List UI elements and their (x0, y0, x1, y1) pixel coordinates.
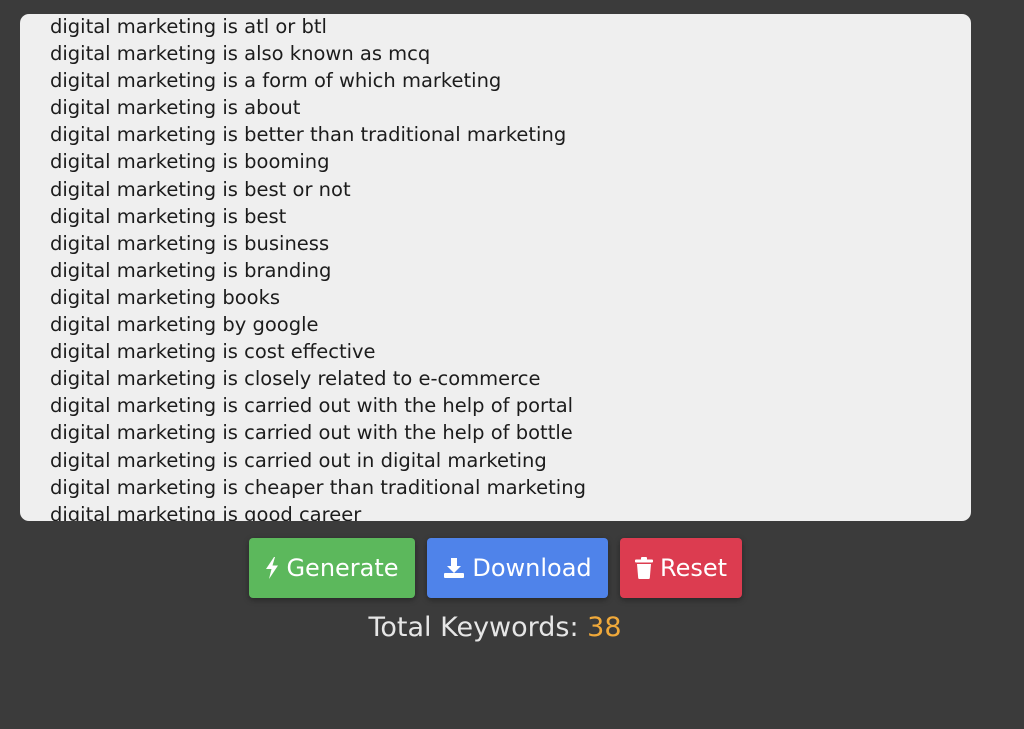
keyword-item: digital marketing is best (50, 204, 287, 228)
generate-button-label: Generate (286, 554, 399, 582)
total-keywords-count: 38 (587, 612, 622, 643)
total-keywords-label: Total Keywords: (368, 612, 579, 643)
keyword-item: digital marketing is cost effective (50, 340, 376, 364)
reset-button[interactable]: Reset (620, 538, 742, 598)
keyword-output-textarea[interactable]: digital marketing is atl or btl digital m… (20, 14, 971, 521)
keyword-item: digital marketing books (50, 285, 281, 309)
bolt-icon (265, 557, 279, 579)
keyword-item: digital marketing is atl or btl (50, 15, 327, 38)
keyword-item: digital marketing is cheaper than tradit… (50, 475, 586, 499)
keyword-item: digital marketing is carried out with th… (50, 421, 573, 445)
download-icon (443, 557, 465, 579)
keyword-item: digital marketing is about (50, 96, 301, 120)
keyword-item: digital marketing is best or not (50, 177, 351, 201)
keyword-list: digital marketing is atl or btl digital m… (50, 14, 971, 521)
trash-icon (634, 557, 653, 579)
keyword-item: digital marketing is business (50, 231, 330, 255)
generate-button[interactable]: Generate (249, 538, 415, 598)
keyword-item: digital marketing is a form of which mar… (50, 69, 502, 93)
keyword-item: digital marketing is carried out with th… (50, 394, 574, 418)
keyword-item: digital marketing is closely related to … (50, 367, 541, 391)
reset-button-label: Reset (659, 554, 728, 582)
total-keywords: Total Keywords: 38 (0, 612, 990, 643)
keyword-item: digital marketing is booming (50, 150, 330, 174)
keyword-tool-page: digital marketing is atl or btl digital m… (0, 0, 1024, 729)
keyword-item: digital marketing is carried out in digi… (50, 448, 547, 472)
keyword-item: digital marketing is good career (50, 502, 362, 521)
keyword-item: digital marketing is also known as mcq (50, 42, 431, 66)
keyword-item: digital marketing is better than traditi… (50, 123, 567, 147)
keyword-item: digital marketing is branding (50, 258, 332, 282)
keyword-item: digital marketing by google (50, 313, 319, 337)
download-button-label: Download (472, 554, 592, 582)
download-button[interactable]: Download (427, 538, 608, 598)
